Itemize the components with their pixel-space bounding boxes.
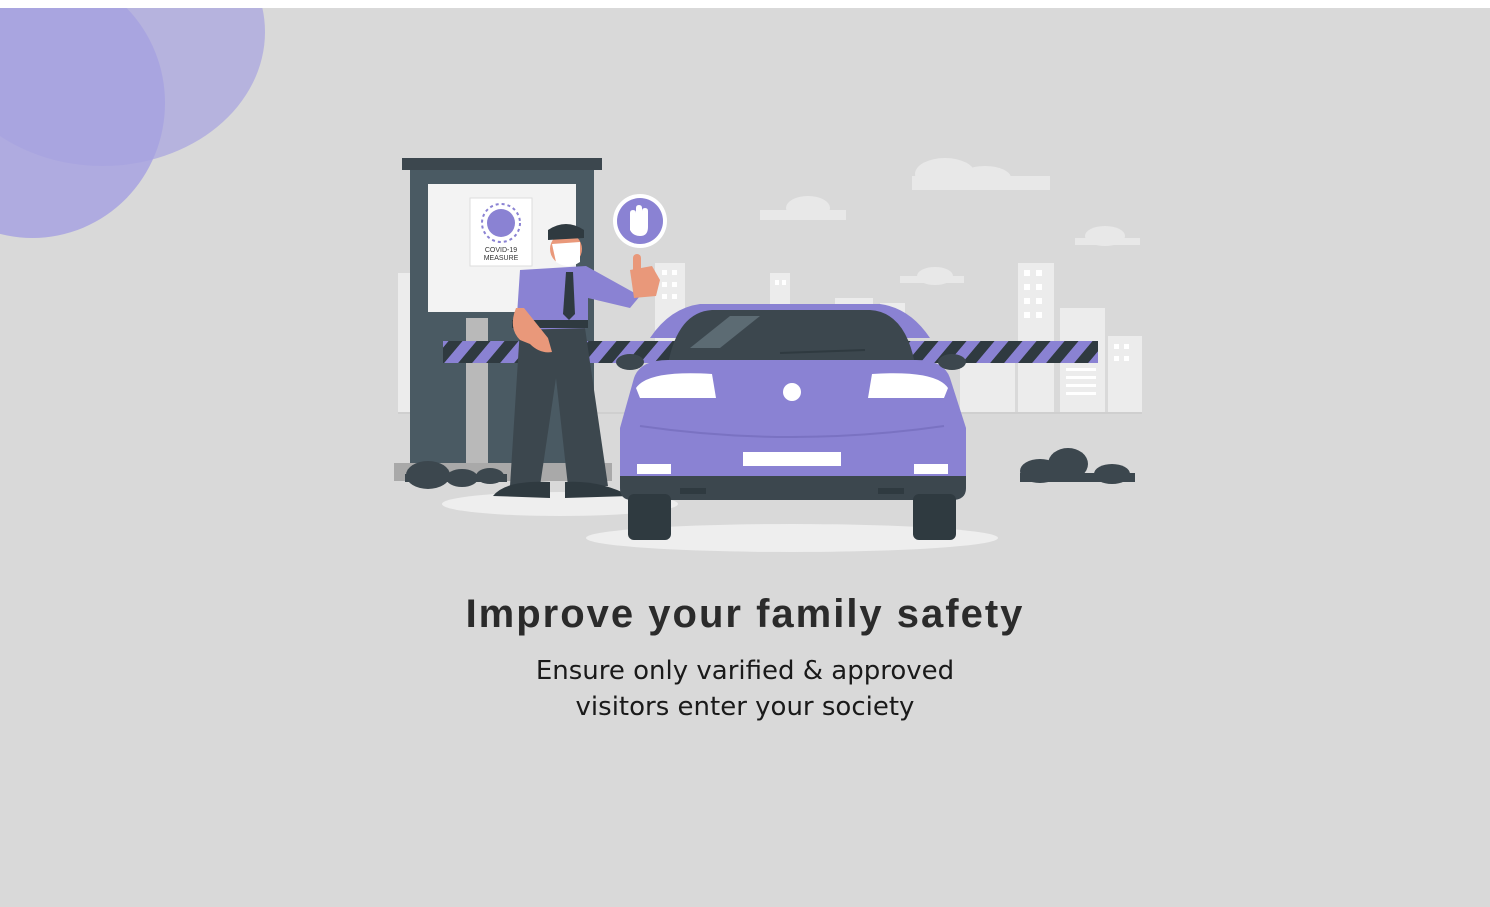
clouds [760,158,1140,285]
covid-sign-line1: COVID-19 [485,247,517,254]
onboarding-screen: COVID-19 MEASURE Improve your family saf… [0,8,1490,907]
subtitle-line-2: visitors enter your society [575,692,915,722]
covid-sign-line2: MEASURE [484,255,519,262]
subtitle-line-1: Ensure only varified & approved [535,656,955,686]
onboarding-title: Improve your family safety [465,592,1025,636]
security-guard-illustration: COVID-19 MEASURE [394,158,1142,552]
onboarding-subtitle: Ensure only varified & approved visitors… [0,653,1490,725]
decorative-blob [0,8,165,238]
stop-hand-icon [613,194,667,248]
covid-sign: COVID-19 MEASURE [469,197,533,267]
